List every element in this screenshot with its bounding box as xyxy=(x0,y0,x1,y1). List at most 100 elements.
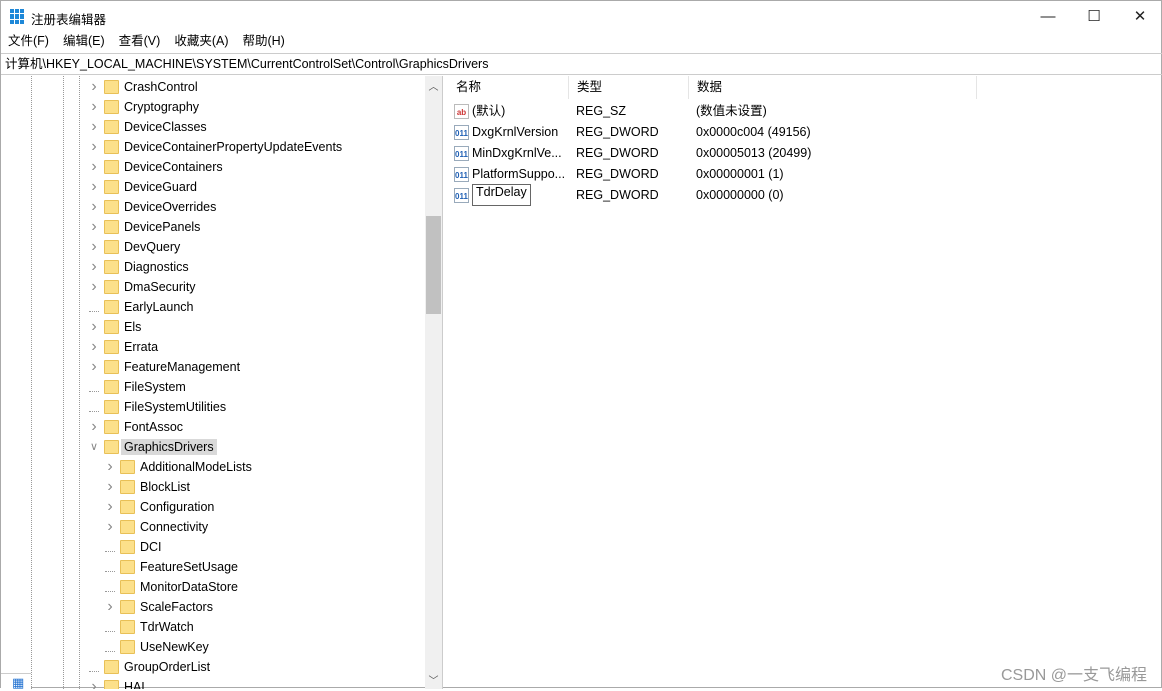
column-header-name[interactable]: 名称 xyxy=(448,76,569,99)
tree-node-label[interactable]: Diagnostics xyxy=(121,259,192,275)
menu-favorites[interactable]: 收藏夹(A) xyxy=(167,31,235,52)
expand-chevron-icon[interactable]: › xyxy=(105,477,115,497)
minimize-button[interactable]: — xyxy=(1025,1,1071,31)
maximize-button[interactable]: ☐ xyxy=(1071,1,1117,31)
expand-chevron-icon[interactable]: › xyxy=(89,117,99,137)
tree-node-label[interactable]: FeatureSetUsage xyxy=(137,559,241,575)
tree-node-label[interactable]: Configuration xyxy=(137,499,217,515)
tree-node[interactable]: › AdditionalModeLists xyxy=(1,457,425,477)
tree-node[interactable]: › DmaSecurity xyxy=(1,277,425,297)
expand-chevron-icon[interactable]: › xyxy=(89,177,99,197)
tree-node-label[interactable]: DmaSecurity xyxy=(121,279,199,295)
expand-chevron-icon[interactable]: › xyxy=(89,677,99,689)
tree-node[interactable]: › DevicePanels xyxy=(1,217,425,237)
tree-node-label[interactable]: DevicePanels xyxy=(121,219,203,235)
scrollbar-thumb[interactable] xyxy=(426,216,441,314)
tree-node-label[interactable]: CrashControl xyxy=(121,79,201,95)
scroll-up-icon[interactable]: ︿ xyxy=(425,78,442,93)
menu-view[interactable]: 查看(V) xyxy=(112,31,168,52)
tree-node[interactable]: UseNewKey xyxy=(1,637,425,657)
tree-node-label[interactable]: AdditionalModeLists xyxy=(137,459,255,475)
expand-chevron-icon[interactable]: › xyxy=(105,497,115,517)
tree-node[interactable]: FileSystem xyxy=(1,377,425,397)
expand-chevron-icon[interactable]: › xyxy=(89,417,99,437)
expand-chevron-icon[interactable]: › xyxy=(89,97,99,117)
tree-node-label[interactable]: FileSystemUtilities xyxy=(121,399,229,415)
value-row[interactable]: 011 PlatformSuppo... REG_DWORD 0x00000001 (… xyxy=(448,164,988,185)
tree-node[interactable]: › DeviceGuard xyxy=(1,177,425,197)
value-row[interactable]: ab (默认) REG_SZ (数值未设置) xyxy=(448,101,988,122)
column-header-data[interactable]: 数据 xyxy=(689,76,977,99)
tree-node-label[interactable]: TdrWatch xyxy=(137,619,197,635)
tree-node-label[interactable]: DeviceContainers xyxy=(121,159,226,175)
tree-node[interactable]: › Cryptography xyxy=(1,97,425,117)
value-row[interactable]: 011 MinDxgKrnlVe... REG_DWORD 0x00005013 (2… xyxy=(448,143,988,164)
tree-node[interactable]: › ScaleFactors xyxy=(1,597,425,617)
close-button[interactable]: ✕ xyxy=(1117,1,1162,31)
tree-node[interactable]: › DevQuery xyxy=(1,237,425,257)
tree-node-label[interactable]: DeviceClasses xyxy=(121,119,210,135)
expand-chevron-icon[interactable]: › xyxy=(89,157,99,177)
menu-help[interactable]: 帮助(H) xyxy=(235,31,291,52)
value-row[interactable]: 011 TdrDelay REG_DWORD 0x00000000 (0) xyxy=(448,184,988,206)
tree-scrollbar[interactable]: ︿ ﹀ xyxy=(425,76,442,689)
tree-node[interactable]: › BlockList xyxy=(1,477,425,497)
expand-chevron-icon[interactable]: › xyxy=(89,337,99,357)
tree-node-label[interactable]: MonitorDataStore xyxy=(137,579,241,595)
tree-node[interactable]: › Configuration xyxy=(1,497,425,517)
tree-node[interactable]: › Connectivity xyxy=(1,517,425,537)
tree-node-label[interactable]: FileSystem xyxy=(121,379,189,395)
tree-node[interactable]: GroupOrderList xyxy=(1,657,425,677)
tree-node[interactable]: › Els xyxy=(1,317,425,337)
rename-input[interactable]: TdrDelay xyxy=(472,184,531,206)
tree-node-label[interactable]: Errata xyxy=(121,339,161,355)
tree-node[interactable]: › FeatureManagement xyxy=(1,357,425,377)
scroll-down-icon[interactable]: ﹀ xyxy=(425,672,442,687)
tree-node[interactable]: › Diagnostics xyxy=(1,257,425,277)
tree-node[interactable]: › DeviceClasses xyxy=(1,117,425,137)
tree-node-label[interactable]: DCI xyxy=(137,539,165,555)
tree-node[interactable]: ∨ GraphicsDrivers xyxy=(1,437,425,457)
expand-chevron-icon[interactable]: › xyxy=(89,277,99,297)
tree-node[interactable]: › DeviceContainerPropertyUpdateEvents xyxy=(1,137,425,157)
tree-node[interactable]: TdrWatch xyxy=(1,617,425,637)
menu-edit[interactable]: 编辑(E) xyxy=(56,31,112,52)
tree-node[interactable]: MonitorDataStore xyxy=(1,577,425,597)
tree-node-label[interactable]: Connectivity xyxy=(137,519,211,535)
tree-node-label[interactable]: Els xyxy=(121,319,144,335)
expand-chevron-icon[interactable]: › xyxy=(105,517,115,537)
expand-chevron-icon[interactable]: › xyxy=(89,237,99,257)
tree-node[interactable]: FileSystemUtilities xyxy=(1,397,425,417)
expand-chevron-icon[interactable]: › xyxy=(105,597,115,617)
tree-node-label[interactable]: FeatureManagement xyxy=(121,359,243,375)
tree-node-label[interactable]: DeviceContainerPropertyUpdateEvents xyxy=(121,139,345,155)
tree-node-label[interactable]: EarlyLaunch xyxy=(121,299,197,315)
address-bar[interactable]: 计算机\HKEY_LOCAL_MACHINE\SYSTEM\CurrentCon… xyxy=(1,53,1162,75)
tree-node-label[interactable]: ScaleFactors xyxy=(137,599,216,615)
value-row[interactable]: 011 DxgKrnlVersion REG_DWORD 0x0000c004 (49… xyxy=(448,122,988,143)
tree-node[interactable]: › Errata xyxy=(1,337,425,357)
collapse-chevron-icon[interactable]: ∨ xyxy=(89,437,99,457)
tree-node-label[interactable]: UseNewKey xyxy=(137,639,212,655)
tree-node[interactable]: › CrashControl xyxy=(1,77,425,97)
tree-node-label[interactable]: Cryptography xyxy=(121,99,202,115)
tree-node-label[interactable]: GroupOrderList xyxy=(121,659,213,675)
menu-file[interactable]: 文件(F) xyxy=(1,31,56,52)
expand-chevron-icon[interactable]: › xyxy=(89,317,99,337)
expand-chevron-icon[interactable]: › xyxy=(89,137,99,157)
column-header-type[interactable]: 类型 xyxy=(569,76,689,99)
tree-node-label[interactable]: DeviceOverrides xyxy=(121,199,219,215)
expand-chevron-icon[interactable]: › xyxy=(89,197,99,217)
expand-chevron-icon[interactable]: › xyxy=(105,457,115,477)
taskbar-start-icon[interactable]: ▦ xyxy=(1,673,31,690)
tree-node[interactable]: › DeviceOverrides xyxy=(1,197,425,217)
tree-node[interactable]: › DeviceContainers xyxy=(1,157,425,177)
tree-node[interactable]: › HAL xyxy=(1,677,425,689)
tree-node-label[interactable]: FontAssoc xyxy=(121,419,186,435)
tree-node[interactable]: EarlyLaunch xyxy=(1,297,425,317)
tree-node-label[interactable]: DevQuery xyxy=(121,239,183,255)
tree-node-label[interactable]: GraphicsDrivers xyxy=(121,439,217,455)
tree-node[interactable]: › FontAssoc xyxy=(1,417,425,437)
tree-node-label[interactable]: BlockList xyxy=(137,479,193,495)
tree-node-label[interactable]: DeviceGuard xyxy=(121,179,200,195)
